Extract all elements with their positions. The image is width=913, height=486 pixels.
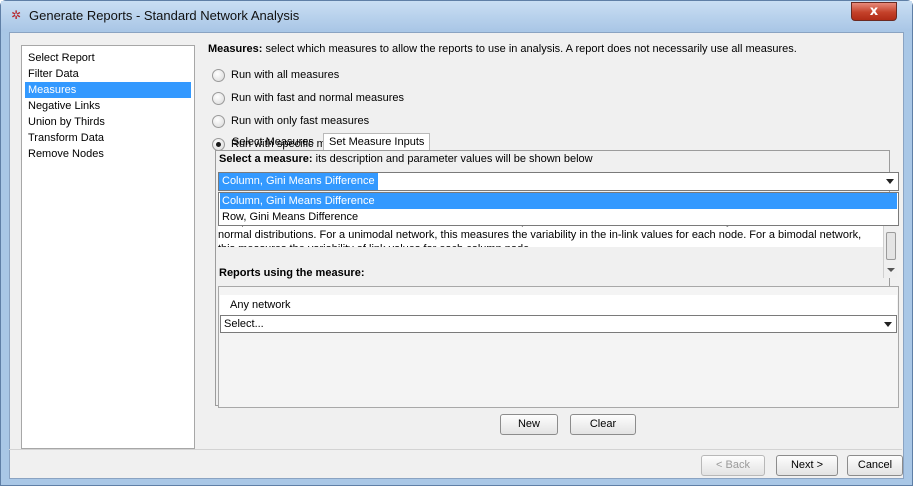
select-measure-label-bold: Select a measure: [219,153,313,165]
measures-heading-text: select which measures to allow the repor… [262,43,797,55]
nav-item-remove-nodes[interactable]: Remove Nodes [25,146,191,162]
radio-label: Run with only fast measures [231,115,370,127]
select-measure-label: Select a measure: its description and pa… [219,153,593,165]
scroll-thumb[interactable] [886,232,896,260]
radio-button[interactable] [212,92,225,105]
wizard-step-list: Select Report Filter Data Measures Negat… [21,45,195,449]
description-scrollbar[interactable] [883,226,897,278]
measures-heading: Measures: select which measures to allow… [208,43,797,55]
measure-dropdown-list: Column, Gini Means Difference Row, Gini … [218,192,899,226]
nav-item-filter-data[interactable]: Filter Data [25,66,191,82]
nav-item-transform-data[interactable]: Transform Data [25,130,191,146]
network-select-combo[interactable]: Select... [220,315,897,333]
dropdown-option-column-gini[interactable]: Column, Gini Means Difference [220,193,897,209]
select-measure-label-text: its description and parameter values wil… [312,153,593,165]
tab-select-measures[interactable]: Select Measures [226,133,320,150]
reports-using-measure-label: Reports using the measure: [219,267,365,279]
footer-divider [9,449,902,450]
title-bar[interactable]: ✲ Generate Reports - Standard Network An… [1,1,912,31]
back-button[interactable]: < Back [701,455,765,476]
measure-select-combo[interactable]: Column, Gini Means Difference [218,172,899,191]
dropdown-option-row-gini[interactable]: Row, Gini Means Difference [220,209,897,225]
nav-item-negative-links[interactable]: Negative Links [25,98,191,114]
reports-panel: Any network Select... [218,286,899,408]
nav-item-measures[interactable]: Measures [25,82,191,98]
network-select-value: Select... [224,318,264,330]
radio-label: Run with all measures [231,69,340,81]
radio-button[interactable] [212,69,225,82]
network-row-label: Any network [220,295,897,315]
scroll-down-arrow-icon[interactable] [887,268,895,272]
chevron-down-icon[interactable] [886,179,894,184]
new-button[interactable]: New [500,414,558,435]
ora-logo-icon: ✲ [10,8,22,22]
next-button[interactable]: Next > [776,455,838,476]
chevron-down-icon[interactable] [884,322,892,327]
radio-button[interactable] [212,115,225,128]
radio-label: Run with fast and normal measures [231,92,405,104]
measures-heading-label: Measures: [208,43,263,55]
nav-item-union-by-thirds[interactable]: Union by Thirds [25,114,191,130]
close-button[interactable]: x [851,2,897,21]
cancel-button[interactable]: Cancel [847,455,903,476]
window-title: Generate Reports - Standard Network Anal… [29,8,300,23]
clear-button[interactable]: Clear [570,414,636,435]
tab-set-measure-inputs[interactable]: Set Measure Inputs [323,133,431,150]
measure-select-value: Column, Gini Means Difference [219,173,378,190]
nav-item-select-report[interactable]: Select Report [25,50,191,66]
close-icon: x [869,4,879,19]
generate-reports-window: ✲ Generate Reports - Standard Network An… [0,0,913,486]
